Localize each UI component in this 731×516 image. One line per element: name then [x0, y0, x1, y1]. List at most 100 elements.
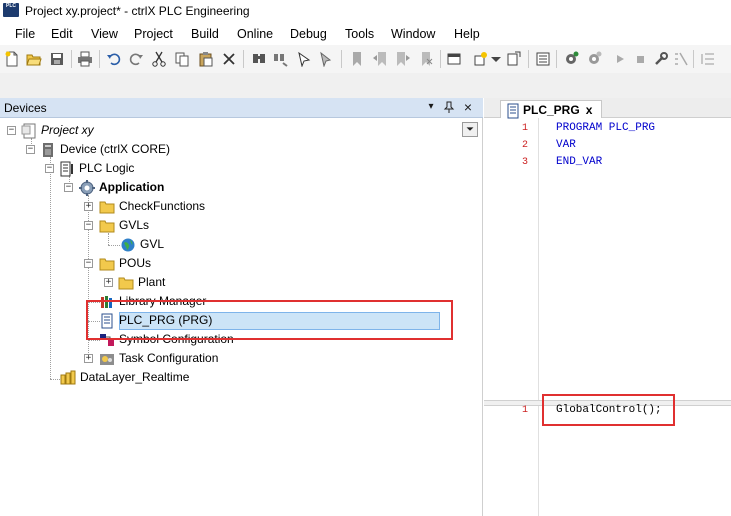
tree-item-plant[interactable]: Plant [118, 273, 165, 292]
code-line[interactable]: 1 PROGRAM PLC_PRG [484, 120, 731, 137]
menu-window[interactable]: Window [391, 24, 435, 45]
find-icon[interactable] [251, 51, 267, 67]
panel-menu-icon[interactable]: ▾ [424, 100, 438, 114]
code-line[interactable]: 3 END_VAR [484, 154, 731, 171]
tree-collapse-toggle[interactable]: − [84, 221, 93, 230]
menu-project[interactable]: Project [134, 24, 173, 45]
save-icon[interactable] [49, 51, 65, 67]
copy-icon[interactable] [174, 51, 190, 67]
bookmark-prev-icon[interactable] [372, 51, 388, 67]
bookmark-next-icon[interactable] [395, 51, 411, 67]
reset-tool-icon[interactable] [653, 51, 669, 67]
tree-expand-toggle[interactable]: + [104, 278, 113, 287]
toolbar-gap [0, 73, 731, 98]
tree-collapse-toggle[interactable]: − [26, 145, 35, 154]
tree-item-check-functions[interactable]: CheckFunctions [99, 197, 205, 216]
tree-item-gvl[interactable]: GVL [120, 235, 164, 254]
tab-label: PLC_PRG [523, 102, 580, 117]
toolbar-separator [99, 50, 100, 68]
tree-item-datalayer[interactable]: DataLayer_Realtime [60, 368, 189, 387]
toolbar-separator [528, 50, 529, 68]
chevron-down-icon[interactable] [488, 51, 504, 67]
menu-help[interactable]: Help [454, 24, 480, 45]
menu-file[interactable]: File [15, 24, 35, 45]
tree-item-device[interactable]: Device (ctrlX CORE) [40, 140, 170, 159]
open-folder-icon[interactable] [26, 51, 42, 67]
tree-collapse-toggle[interactable]: − [64, 183, 73, 192]
tree-item-task-configuration[interactable]: Task Configuration [99, 349, 218, 368]
bookmark-clear-icon[interactable] [418, 51, 434, 67]
properties-icon[interactable] [505, 51, 521, 67]
tree-collapse-toggle[interactable]: − [84, 259, 93, 268]
toolbar-separator [341, 50, 342, 68]
tree-item-pous[interactable]: POUs [99, 254, 151, 273]
devices-panel-header: Devices ▾ × [0, 98, 483, 118]
program-file-icon [505, 103, 519, 118]
tree-item-plc-logic[interactable]: PLC Logic [59, 159, 134, 178]
tree-label-project: Project xy [41, 123, 94, 137]
app-logo-icon: PLC [3, 3, 19, 17]
title-bar: PLC Project xy.project* - ctrlX PLC Engi… [0, 0, 731, 24]
tree-label-application: Application [99, 180, 165, 194]
print-icon[interactable] [77, 51, 93, 67]
tree-item-gvls[interactable]: GVLs [99, 216, 149, 235]
start-icon[interactable] [612, 51, 628, 67]
menu-edit[interactable]: Edit [51, 24, 73, 45]
code-text: VAR [556, 139, 576, 151]
logout-gear-icon[interactable] [586, 51, 602, 67]
toolbar-separator [440, 50, 441, 68]
tab-close-icon[interactable]: x [586, 103, 593, 117]
cut-icon[interactable] [151, 51, 167, 67]
tree-label-check-functions: CheckFunctions [119, 199, 206, 213]
panel-pin-icon[interactable] [442, 100, 456, 114]
breakpoint-list-icon[interactable] [700, 51, 716, 67]
line-number: 1 [521, 405, 528, 416]
code-text: PROGRAM PLC_PRG [556, 122, 656, 134]
menu-build[interactable]: Build [191, 24, 219, 45]
build-icon[interactable] [535, 51, 551, 67]
toolbar-separator [556, 50, 557, 68]
login-gear-icon[interactable] [563, 51, 579, 67]
tree-label-device: Device (ctrlX CORE) [60, 142, 171, 156]
panel-close-icon[interactable]: × [461, 100, 475, 114]
tree-dropdown-button[interactable] [462, 122, 478, 137]
tree-collapse-toggle[interactable]: − [45, 164, 54, 173]
tree-item-application[interactable]: Application [79, 178, 164, 197]
line-number: 1 [521, 123, 528, 134]
menu-debug[interactable]: Debug [290, 24, 327, 45]
code-line[interactable]: 2 VAR [484, 137, 731, 154]
paste-icon[interactable] [198, 51, 214, 67]
delete-icon[interactable] [221, 51, 237, 67]
device-icon [40, 142, 56, 158]
menu-tools[interactable]: Tools [345, 24, 374, 45]
new-file-icon[interactable] [4, 51, 20, 67]
write-values-icon[interactable] [673, 51, 689, 67]
line-number: 3 [521, 157, 528, 168]
editor-tab-strip: PLC_PRG x [484, 98, 731, 118]
toolbar [0, 45, 731, 73]
tree-label-gvl: GVL [140, 237, 165, 251]
find-next-icon[interactable] [318, 51, 334, 67]
tree-item-project[interactable]: Project xy [21, 121, 94, 140]
tree-label-plc-logic: PLC Logic [79, 161, 135, 175]
window-title: Project xy.project* - ctrlX PLC Engineer… [25, 4, 250, 18]
menu-online[interactable]: Online [237, 24, 273, 45]
tab-plc-prg[interactable]: PLC_PRG x [500, 100, 602, 118]
devices-panel-title: Devices [4, 101, 47, 115]
tree-label-plant: Plant [138, 275, 166, 289]
menu-view[interactable]: View [91, 24, 118, 45]
tree-expand-toggle[interactable]: + [84, 202, 93, 211]
select-all-icon[interactable] [296, 51, 312, 67]
add-object-icon[interactable] [473, 51, 489, 67]
tree-line [50, 157, 51, 379]
highlight-annotation-box [86, 300, 453, 340]
stop-icon[interactable] [632, 51, 648, 67]
bookmark-icon[interactable] [349, 51, 365, 67]
redo-icon[interactable] [128, 51, 144, 67]
find-replace-icon[interactable] [273, 51, 289, 67]
tree-expand-toggle[interactable]: + [84, 354, 93, 363]
highlight-annotation-box [542, 394, 675, 426]
tree-collapse-toggle[interactable]: − [7, 126, 16, 135]
undo-icon[interactable] [106, 51, 122, 67]
window-icon[interactable] [446, 51, 462, 67]
